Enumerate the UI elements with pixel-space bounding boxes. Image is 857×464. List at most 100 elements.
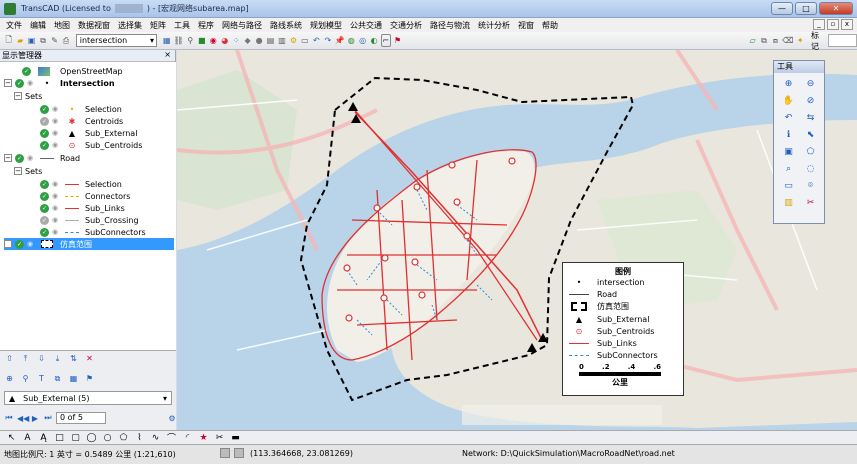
visible-check-icon[interactable]: ✓ [22, 66, 31, 76]
text-tool-icon[interactable]: A [22, 433, 33, 443]
menu-help[interactable]: 帮助 [538, 20, 562, 31]
layer-style-icon[interactable]: ◆ [243, 34, 252, 47]
layer-bottom-icon[interactable]: ⤓ [52, 353, 63, 364]
eye-icon[interactable]: ◉ [27, 154, 36, 162]
menu-dataview[interactable]: 数据视窗 [74, 20, 114, 31]
maximize-button[interactable]: □ [795, 2, 817, 15]
circle-icon[interactable]: ○ [102, 433, 113, 443]
select-pointer-icon[interactable]: ⬉ [803, 128, 818, 142]
map-view[interactable]: 图例 • intersection Road 仿真范围 ▲ Sub_Extern… [177, 50, 857, 430]
collapse-icon[interactable]: − [14, 92, 22, 100]
eye-icon[interactable]: ◉ [52, 180, 61, 188]
record-settings-icon[interactable]: ⚙ [167, 414, 177, 423]
previous-view-icon[interactable]: ↶ [781, 111, 796, 125]
new-file-icon[interactable]: 🗋 [4, 34, 13, 47]
polyline-icon[interactable]: ⌇ [134, 433, 145, 443]
visible-check-icon[interactable]: ✓ [40, 140, 49, 150]
label-select-icon[interactable]: ⌕ [781, 162, 796, 176]
visible-check-icon[interactable]: ✓ [40, 191, 49, 201]
intersection-sets[interactable]: − Sets [14, 90, 42, 102]
polygon-icon[interactable]: ⬠ [118, 433, 129, 443]
close-button[interactable]: ✕ [819, 2, 853, 15]
select-polygon-icon[interactable]: ⬠ [803, 145, 818, 159]
visible-check-icon[interactable]: ✓ [40, 104, 49, 114]
expand-icon[interactable]: + [4, 240, 12, 248]
delete-label-icon[interactable]: ⌫ [782, 34, 793, 47]
layer-add-icon[interactable]: ⊕ [4, 373, 15, 384]
next-record-icon[interactable]: ▶ [30, 414, 40, 423]
eye-icon[interactable]: ◉ [52, 216, 61, 224]
minimize-button[interactable]: — [771, 2, 793, 15]
network-icon[interactable]: ◎ [358, 34, 367, 47]
undo-icon[interactable]: ↶ [312, 34, 321, 47]
doc-close-button[interactable]: x [841, 19, 853, 30]
eraser-icon[interactable]: ▬ [230, 433, 241, 443]
zoom-in-icon[interactable]: ⊕ [781, 77, 796, 91]
road-set-sub-links[interactable]: ✓ ◉ Sub_Links [40, 202, 125, 214]
star-icon[interactable]: ★ [198, 433, 209, 443]
collapse-icon[interactable]: − [14, 167, 22, 175]
pan-hand-icon[interactable]: ✋ [781, 94, 796, 108]
visible-check-icon[interactable]: ✓ [40, 179, 49, 189]
text-label-icon[interactable]: ▭ [781, 179, 796, 193]
eye-icon[interactable]: ◉ [27, 240, 36, 248]
menu-selection[interactable]: 选择集 [114, 20, 146, 31]
dot-density-icon[interactable]: ⁘ [231, 34, 240, 47]
prev-record-icon[interactable]: ◀◀ [17, 414, 29, 423]
collapse-icon[interactable]: − [4, 79, 12, 87]
layer-move-icon[interactable]: ⇅ [68, 353, 79, 364]
eye-icon[interactable]: ◉ [52, 192, 61, 200]
last-record-icon[interactable]: ⏭ [43, 413, 53, 423]
ellipse-icon[interactable]: ◯ [86, 433, 97, 443]
map-canvas[interactable] [177, 50, 857, 430]
theme-icon[interactable]: ■ [197, 34, 206, 47]
redo-icon[interactable]: ↷ [323, 34, 332, 47]
menu-route-systems[interactable]: 路线系统 [266, 20, 306, 31]
layer-table-icon[interactable]: ▦ [68, 373, 79, 384]
layer-select[interactable]: intersection [75, 34, 158, 47]
filter-icon[interactable]: ⚑ [393, 34, 402, 47]
eye-icon[interactable]: ◉ [27, 79, 36, 87]
menu-statistics[interactable]: 统计分析 [474, 20, 514, 31]
display-manager-close[interactable]: × [164, 50, 171, 59]
visible-check-icon[interactable]: ✓ [15, 239, 24, 249]
set-sub-external[interactable]: ✓ ◉ ▲ Sub_External [40, 127, 137, 139]
collapse-icon[interactable]: − [4, 154, 12, 162]
layer-intersection[interactable]: − ✓ ◉ • Intersection [4, 77, 115, 89]
pin-icon[interactable]: 📌 [335, 34, 345, 47]
move-label-icon[interactable]: ⧈ [771, 34, 780, 47]
layer-openstreetmap[interactable]: ✓ OpenStreetMap [22, 65, 123, 77]
grid-icon[interactable]: ▥ [277, 34, 286, 47]
map-legend[interactable]: 图例 • intersection Road 仿真范围 ▲ Sub_Extern… [562, 262, 684, 396]
edit-icon[interactable]: ✎ [50, 34, 59, 47]
first-record-icon[interactable]: ⏮ [4, 413, 14, 423]
disc-icon[interactable]: ◐ [369, 34, 378, 47]
select-rect-icon[interactable]: ▣ [781, 145, 796, 159]
label-field[interactable] [827, 34, 857, 47]
save-icon[interactable]: ▣ [27, 34, 36, 47]
road-set-connectors[interactable]: ✓ ◉ Connectors [40, 190, 130, 202]
copy-label-icon[interactable]: ⧉ [759, 34, 768, 47]
menu-logistics[interactable]: 路径与物流 [426, 20, 474, 31]
eye-icon[interactable]: ◉ [52, 117, 61, 125]
clip-icon[interactable]: ▤ [266, 34, 275, 47]
label-tool-icon[interactable]: ▱ [748, 34, 757, 47]
next-view-icon[interactable]: ⇆ [803, 111, 818, 125]
label-settings-icon[interactable]: ✦ [796, 34, 805, 47]
layer-down-icon[interactable]: ⇩ [36, 353, 47, 364]
selection-set-dropdown[interactable]: ▲ Sub_External (5) ▾ [4, 391, 172, 405]
pin-select-icon[interactable]: ⌾ [803, 179, 818, 193]
layer-top-icon[interactable]: ⤒ [20, 353, 31, 364]
menu-networks[interactable]: 网络与路径 [218, 20, 266, 31]
layer-up-icon[interactable]: ⇧ [4, 353, 15, 364]
label-icon[interactable]: ● [254, 34, 263, 47]
rectangle-icon[interactable]: □ [54, 433, 65, 443]
layer-label-icon[interactable]: T [36, 373, 47, 384]
globe-icon[interactable]: ◍ [346, 34, 355, 47]
menu-map[interactable]: 地图 [50, 20, 74, 31]
layer-road[interactable]: − ✓ ◉ Road [4, 152, 80, 164]
menu-edit[interactable]: 编辑 [26, 20, 50, 31]
curve-icon[interactable]: ⌒ [166, 431, 177, 444]
menu-traffic[interactable]: 交通分析 [386, 20, 426, 31]
legend-tool-icon[interactable]: ▥ [781, 196, 796, 210]
